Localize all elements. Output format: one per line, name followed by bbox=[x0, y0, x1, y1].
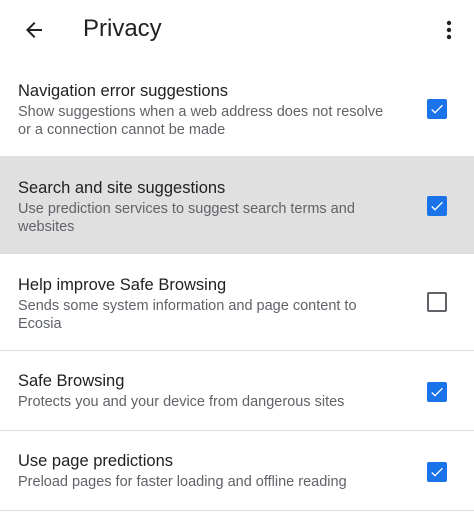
page-title: Privacy bbox=[83, 15, 162, 42]
setting-text: Use page predictions Preload pages for f… bbox=[18, 451, 398, 491]
check-icon bbox=[431, 387, 443, 397]
checkbox[interactable] bbox=[427, 99, 447, 119]
setting-text: Search and site suggestions Use predicti… bbox=[18, 178, 398, 236]
setting-navigation-error-suggestions[interactable]: Navigation error suggestions Show sugges… bbox=[0, 60, 474, 157]
setting-search-and-site-suggestions[interactable]: Search and site suggestions Use predicti… bbox=[0, 157, 474, 254]
setting-text: Navigation error suggestions Show sugges… bbox=[18, 81, 398, 139]
check-icon bbox=[431, 104, 443, 114]
checkbox[interactable] bbox=[427, 462, 447, 482]
setting-safe-browsing[interactable]: Safe Browsing Protects you and your devi… bbox=[0, 351, 474, 431]
back-button[interactable] bbox=[14, 10, 54, 50]
setting-text: Safe Browsing Protects you and your devi… bbox=[18, 371, 398, 411]
setting-label: Search and site suggestions bbox=[18, 179, 226, 197]
setting-label: Use page predictions bbox=[18, 452, 174, 470]
setting-text: Help improve Safe Browsing Sends some sy… bbox=[18, 275, 398, 333]
settings-list: Navigation error suggestions Show sugges… bbox=[0, 60, 474, 511]
setting-summary: Use prediction services to suggest searc… bbox=[18, 201, 355, 235]
arrow-back-icon bbox=[26, 22, 42, 38]
check-icon bbox=[431, 201, 443, 211]
setting-label: Help improve Safe Browsing bbox=[18, 276, 227, 294]
setting-use-page-predictions[interactable]: Use page predictions Preload pages for f… bbox=[0, 431, 474, 511]
setting-label: Safe Browsing bbox=[18, 372, 125, 390]
setting-summary: Protects you and your device from danger… bbox=[18, 394, 345, 410]
more-options-button[interactable] bbox=[432, 10, 466, 50]
setting-label: Navigation error suggestions bbox=[18, 82, 229, 100]
setting-summary: Preload pages for faster loading and off… bbox=[18, 474, 347, 490]
setting-summary: Sends some system information and page c… bbox=[18, 298, 357, 332]
setting-help-improve-safe-browsing[interactable]: Help improve Safe Browsing Sends some sy… bbox=[0, 254, 474, 351]
check-icon bbox=[431, 467, 443, 477]
more-vert-icon bbox=[446, 20, 452, 40]
checkbox[interactable] bbox=[427, 196, 447, 216]
app-bar: Privacy bbox=[0, 0, 474, 60]
checkbox[interactable] bbox=[427, 292, 447, 312]
setting-summary: Show suggestions when a web address does… bbox=[18, 104, 384, 138]
checkbox[interactable] bbox=[427, 382, 447, 402]
